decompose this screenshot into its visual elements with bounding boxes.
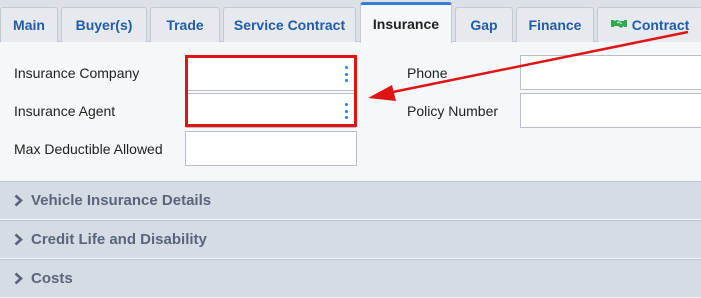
tab-label: Buyer(s) [75,17,133,33]
section-credit-life-and-disability[interactable]: Credit Life and Disability [0,220,701,258]
tab-gap[interactable]: Gap [455,7,513,42]
phone-label: Phone [407,65,448,81]
insurance-agent-label: Insurance Agent [14,103,116,119]
tab-trade[interactable]: Trade [150,7,220,42]
tab-contract[interactable]: Contract [597,7,701,42]
tab-service-contract[interactable]: Service Contract [223,7,356,42]
tab-label: Service Contract [233,17,346,33]
insurance-company-label: Insurance Company [14,65,140,81]
chevron-right-icon [14,272,23,285]
tab-label: Trade [166,17,204,33]
tab-finance[interactable]: Finance [516,7,594,42]
max-deductible-input[interactable] [186,132,356,165]
tab-label: Main [13,17,45,33]
phone-input[interactable] [521,56,701,89]
policy-number-input[interactable] [521,94,701,127]
tab-label: Insurance [372,16,440,32]
policy-number-label: Policy Number [407,103,499,119]
max-deductible-field[interactable] [185,131,357,166]
section-label: Costs [31,270,73,287]
tab-label: Contract [631,17,690,33]
tab-label: Finance [528,17,582,33]
section-label: Vehicle Insurance Details [31,192,212,209]
insurance-agent-field[interactable] [186,93,356,128]
phone-field[interactable] [520,55,701,90]
chevron-right-icon [14,194,23,207]
policy-number-field[interactable] [520,93,701,128]
tab-buyers[interactable]: Buyer(s) [61,7,147,42]
section-label: Credit Life and Disability [31,231,207,248]
more-options-icon[interactable] [345,66,349,82]
tab-main[interactable]: Main [0,7,58,42]
tab-label: Gap [470,17,498,33]
more-options-icon[interactable] [345,103,349,119]
tab-bar: Main Buyer(s) Trade Service Contract Ins… [0,0,701,43]
insurance-company-field[interactable] [186,56,356,91]
chevron-right-icon [14,233,23,246]
insurance-agent-input[interactable] [187,94,355,127]
insurance-company-input[interactable] [187,57,355,90]
section-vehicle-insurance-details[interactable]: Vehicle Insurance Details [0,181,701,219]
handshake-icon [610,17,627,33]
max-deductible-label: Max Deductible Allowed [14,141,163,157]
section-costs[interactable]: Costs [0,259,701,297]
tab-insurance[interactable]: Insurance [360,2,452,43]
